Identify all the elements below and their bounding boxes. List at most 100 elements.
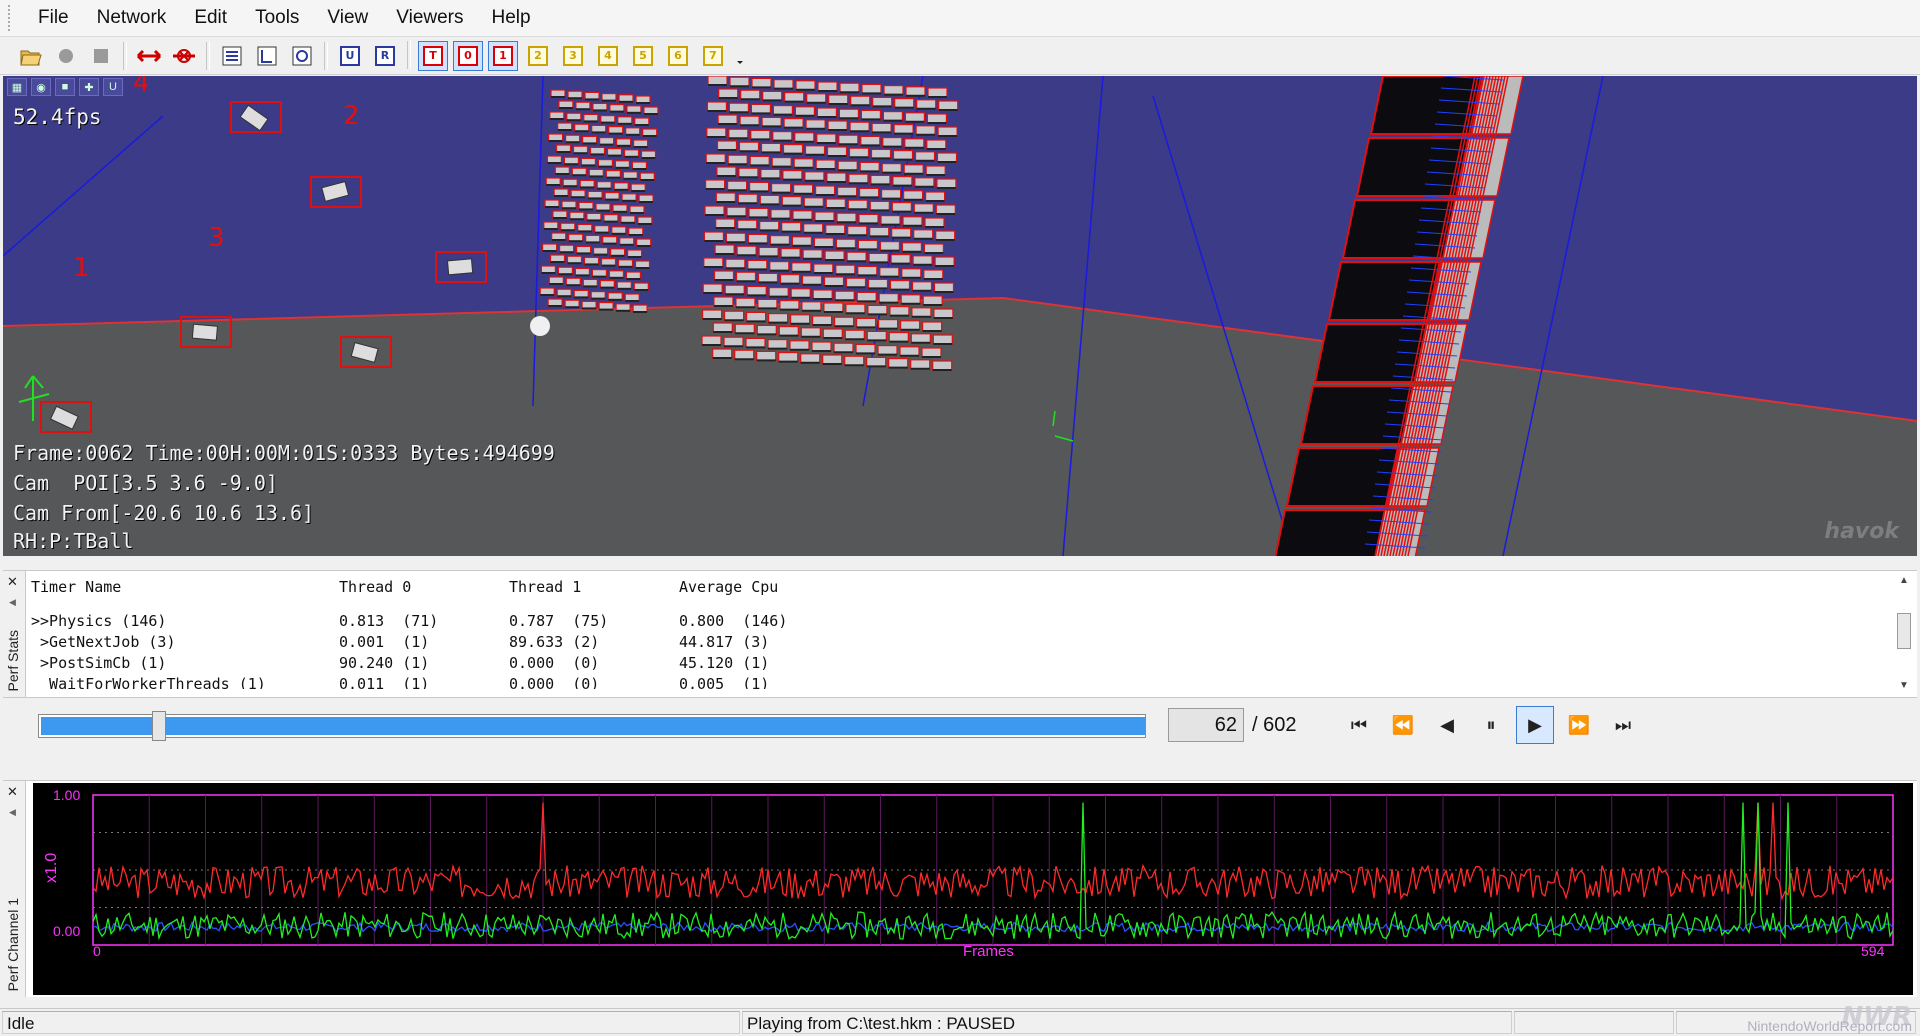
view-mode-1-icon[interactable] (217, 41, 247, 71)
menu-network[interactable]: Network (83, 0, 181, 36)
menu-viewers[interactable]: Viewers (382, 0, 477, 36)
timeline-handle[interactable] (152, 711, 166, 741)
physics-scene: 1 2 3 4 (3, 76, 1917, 556)
table-cell: 0.001 (1) (339, 633, 430, 651)
record-icon[interactable] (51, 41, 81, 71)
table-cell: 0.787 (75) (509, 612, 609, 630)
perf-graph-plot (92, 794, 1894, 946)
table-cell: 89.633 (2) (509, 633, 600, 651)
scroll-thumb[interactable] (1897, 613, 1911, 649)
close-icon[interactable]: ✕ (7, 575, 18, 590)
total-frames: / 602 (1252, 714, 1297, 736)
collapse-arrow-icon[interactable]: ◀ (9, 597, 16, 608)
box-icon[interactable]: ■ (55, 78, 75, 96)
stop-icon[interactable] (86, 41, 116, 71)
perf-stats-panel: ✕ ◀ Perf Stats Timer Name Thread 0 Threa… (3, 570, 1917, 698)
timeline-progress (41, 717, 1145, 735)
view-mode-3-icon[interactable] (287, 41, 317, 71)
layer-button-1[interactable]: 1 (488, 40, 518, 71)
camera-icon[interactable]: ◉ (31, 78, 51, 96)
scroll-up-icon[interactable]: ▲ (1899, 575, 1909, 586)
layer-button-r[interactable]: R (370, 41, 400, 71)
menu-view[interactable]: View (313, 0, 382, 36)
table-cell: 0.000 (0) (509, 675, 600, 689)
disconnect-icon[interactable] (169, 41, 199, 71)
menu-tools[interactable]: Tools (241, 0, 313, 36)
layer-button-label: 2 (528, 45, 548, 66)
scene-marker: 4 (133, 76, 150, 98)
layer-button-label: 0 (458, 45, 478, 66)
reverse-play-icon[interactable]: ◀ (1428, 706, 1466, 744)
playback-timeline: 62 / 602 ⏮ ⏪ ◀ ⏸ ▶ ⏩ ⏭ (0, 700, 1920, 772)
layer-button-6[interactable]: 6 (663, 41, 693, 71)
menu-help[interactable]: Help (478, 0, 545, 36)
perf-stats-tab[interactable]: ✕ ◀ Perf Stats (3, 571, 26, 697)
perf-scrollbar[interactable]: ▲ ▼ (1895, 573, 1913, 693)
table-cell: 0.800 (146) (679, 612, 788, 630)
layer-button-label: 4 (598, 45, 618, 66)
menu-edit[interactable]: Edit (180, 0, 241, 36)
step-back-icon[interactable]: ⏪ (1384, 706, 1422, 744)
toolbar-separator (407, 40, 411, 69)
x-max-label: 594 (1861, 943, 1885, 959)
column-header[interactable]: Average Cpu (679, 577, 879, 598)
layer-button-7[interactable]: 7 (698, 41, 728, 71)
layer-button-0[interactable]: 0 (453, 40, 483, 71)
table-cell: 44.817 (3) (679, 633, 770, 651)
close-icon[interactable]: ✕ (7, 785, 18, 800)
perf-channel-tab[interactable]: ✕ ◀ Perf Channel 1 (3, 781, 26, 997)
layer-button-label: T (423, 45, 443, 66)
axes-icon[interactable]: ✚ (79, 78, 99, 96)
table-cell: WaitForWorkerThreads (1) (31, 675, 266, 689)
layer-button-2[interactable]: 2 (523, 41, 553, 71)
table-row[interactable]: >>Physics (146) 0.813 (71) 0.787 (75) 0.800… (31, 611, 1871, 632)
toolbar-separator (123, 41, 127, 70)
layer-button-label: 5 (633, 45, 653, 66)
status-state: Idle (2, 1011, 740, 1034)
step-forward-icon[interactable]: ⏩ (1560, 706, 1598, 744)
layer-button-3[interactable]: 3 (558, 41, 588, 71)
havok-logo: havok (1824, 519, 1899, 544)
layer-button-t[interactable]: T (418, 40, 448, 71)
table-cell: 0.011 (1) (339, 675, 430, 689)
layer-button-4[interactable]: 4 (593, 41, 623, 71)
layer-button-label: R (375, 45, 395, 66)
skip-to-end-icon[interactable]: ⏭ (1604, 706, 1642, 744)
table-cell: 0.005 (1) (679, 675, 770, 689)
toolbar-overflow-icon[interactable] (733, 41, 747, 71)
timeline-slider[interactable] (38, 711, 1146, 741)
column-header[interactable]: Thread 0 (339, 577, 509, 598)
transport-controls: ⏮ ⏪ ◀ ⏸ ▶ ⏩ ⏭ (1340, 706, 1642, 744)
layer-button-label: 1 (493, 45, 513, 66)
table-cell: 90.240 (1) (339, 654, 430, 672)
view-mode-2-icon[interactable] (252, 41, 282, 71)
skip-to-start-icon[interactable]: ⏮ (1340, 706, 1378, 744)
table-row[interactable]: WaitForWorkerThreads (1) 0.011 (1) 0.000 (… (31, 674, 1871, 689)
layer-button-u[interactable]: U (335, 41, 365, 71)
layer-button-label: 6 (668, 45, 688, 66)
connect-icon[interactable] (134, 41, 164, 71)
collapse-arrow-icon[interactable]: ◀ (9, 807, 16, 818)
open-folder-icon[interactable] (16, 41, 46, 71)
y-axis-label: x1.0 (43, 852, 60, 883)
play-icon[interactable]: ▶ (1516, 706, 1554, 744)
3d-viewport[interactable]: 1 2 3 4 ▦ ◉ ■ ✚ U 52.4fps Frame:0062 Time:00H:0… (3, 76, 1917, 556)
column-header[interactable]: Timer Name (31, 577, 339, 598)
column-header[interactable]: Thread 1 (509, 577, 679, 598)
layer-button-5[interactable]: 5 (628, 41, 658, 71)
table-row[interactable]: >GetNextJob (3) 0.001 (1) 89.633 (2) 44.817… (31, 632, 1871, 653)
scene-marker: 2 (343, 101, 360, 131)
scroll-down-icon[interactable]: ▼ (1899, 680, 1909, 691)
fps-counter: 52.4fps (13, 105, 102, 129)
x-min-label: 0 (93, 943, 101, 959)
grid-icon[interactable]: ▦ (7, 78, 27, 96)
menu-file[interactable]: File (24, 0, 83, 36)
menu-grip (8, 5, 14, 31)
pause-icon[interactable]: ⏸ (1472, 706, 1510, 744)
current-frame-input[interactable]: 62 (1168, 708, 1244, 742)
layer-button-label: 7 (703, 45, 723, 66)
table-cell: >PostSimCb (1) (31, 654, 167, 672)
perf-graph[interactable]: 1.00 0.00 x1.0 0 Frames 594 (33, 783, 1913, 995)
table-row[interactable]: >PostSimCb (1) 90.240 (1) 0.000 (0) 45.120 … (31, 653, 1871, 674)
u-icon[interactable]: U (103, 78, 123, 96)
